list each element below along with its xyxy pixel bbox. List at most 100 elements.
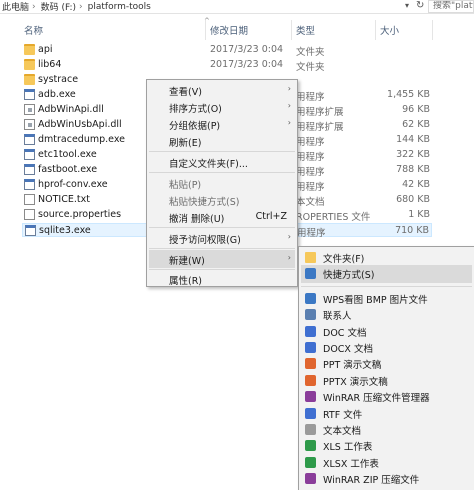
submenu-item[interactable]: 文件夹(F) bbox=[323, 251, 364, 265]
xlsx-icon bbox=[305, 456, 316, 468]
winrar-icon bbox=[305, 391, 316, 403]
menu-separator bbox=[301, 285, 472, 287]
column-header: 名称 ^ 修改日期 类型 大小 bbox=[0, 17, 474, 40]
text-icon bbox=[305, 424, 316, 435]
file-date: 2017/3/23 0:04 bbox=[210, 44, 284, 55]
xls-icon bbox=[305, 440, 316, 452]
dll-icon bbox=[24, 104, 35, 115]
menu-item-new[interactable]: 新建(W) bbox=[169, 253, 205, 267]
file-type: 用程序 bbox=[296, 137, 325, 148]
address-bar[interactable]: 此电脑 › 数码 (F:) › platform-tools ▾ ↻ bbox=[0, 0, 474, 14]
submenu-item[interactable]: PPT 演示文稿 bbox=[323, 357, 381, 371]
chevron-down-icon[interactable]: ▾ bbox=[405, 1, 409, 10]
file-size: 144 KB bbox=[396, 134, 430, 145]
file-name: hprof-conv.exe bbox=[38, 179, 108, 190]
file-size: 1 KB bbox=[408, 209, 430, 220]
submenu-item[interactable]: PPTX 演示文稿 bbox=[323, 374, 388, 388]
file-type: 用程序 bbox=[296, 152, 325, 163]
column-divider[interactable] bbox=[205, 20, 206, 40]
menu-separator bbox=[149, 227, 295, 228]
menu-item-paste[interactable]: 粘贴(P) bbox=[169, 177, 201, 191]
file-name: dmtracedump.exe bbox=[38, 134, 126, 145]
exe-icon bbox=[24, 89, 35, 100]
column-name[interactable]: 名称 bbox=[24, 23, 43, 37]
winrar-zip-icon bbox=[305, 473, 316, 485]
exe-icon bbox=[24, 149, 35, 160]
submenu-item[interactable]: 联系人 bbox=[323, 308, 352, 322]
exe-icon bbox=[24, 134, 35, 145]
menu-item-grant-access[interactable]: 授予访问权限(G) bbox=[169, 232, 241, 246]
file-size: 62 KB bbox=[402, 119, 430, 130]
file-row[interactable]: api 2017/3/23 0:04 文件夹 bbox=[22, 43, 432, 58]
column-divider[interactable] bbox=[375, 20, 376, 40]
breadcrumb-drive[interactable]: 数码 (F:) bbox=[41, 0, 76, 13]
docx-icon bbox=[305, 342, 316, 353]
doc-icon bbox=[305, 325, 316, 337]
file-name: AdbWinUsbApi.dll bbox=[38, 119, 122, 130]
undo-shortcut-label: Ctrl+Z bbox=[255, 211, 287, 222]
menu-item-group[interactable]: 分组依据(P) bbox=[169, 118, 220, 132]
chevron-right-icon: › bbox=[287, 101, 291, 110]
submenu-item[interactable]: RTF 文件 bbox=[323, 407, 362, 421]
column-size[interactable]: 大小 bbox=[380, 23, 399, 37]
dll-icon bbox=[24, 119, 35, 130]
menu-item-properties[interactable]: 属性(R) bbox=[169, 273, 202, 287]
submenu-item[interactable]: WinRAR 压缩文件管理器 bbox=[323, 390, 430, 404]
menu-item-sort[interactable]: 排序方式(O) bbox=[169, 101, 222, 115]
exe-icon bbox=[24, 164, 35, 175]
file-size: 42 KB bbox=[402, 179, 430, 190]
file-size: 96 KB bbox=[402, 104, 430, 115]
file-name: systrace bbox=[38, 74, 79, 85]
submenu-item[interactable]: WinRAR ZIP 压缩文件 bbox=[323, 472, 419, 486]
menu-separator bbox=[149, 172, 295, 173]
file-type: 文件夹 bbox=[296, 47, 325, 58]
file-name: NOTICE.txt bbox=[38, 194, 90, 205]
menu-item-customize-folder[interactable]: 自定义文件夹(F)... bbox=[169, 156, 248, 170]
menu-item-undo-delete[interactable]: 撤消 删除(U) bbox=[169, 211, 224, 225]
file-name: sqlite3.exe bbox=[39, 225, 91, 236]
file-name: AdbWinApi.dll bbox=[38, 104, 104, 115]
shortcut-icon bbox=[305, 268, 316, 280]
exe-icon bbox=[24, 179, 35, 190]
file-name: api bbox=[38, 44, 53, 55]
submenu-item[interactable]: WPS看图 BMP 图片文件 bbox=[323, 292, 428, 306]
submenu-item[interactable]: DOC 文档 bbox=[323, 325, 366, 339]
menu-item-view[interactable]: 查看(V) bbox=[169, 84, 202, 98]
file-type: 文件夹 bbox=[296, 62, 325, 73]
exe-icon bbox=[25, 225, 36, 236]
file-type: 用程序 bbox=[296, 182, 325, 193]
file-type: 用程序扩展 bbox=[296, 122, 344, 133]
chevron-right-icon: › bbox=[287, 232, 291, 241]
submenu-item[interactable]: DOCX 文档 bbox=[323, 341, 373, 355]
menu-separator bbox=[149, 151, 295, 152]
refresh-icon[interactable]: ↻ bbox=[416, 0, 424, 11]
breadcrumb-folder[interactable]: platform-tools bbox=[88, 2, 151, 12]
file-type: 本文档 bbox=[296, 197, 325, 208]
image-icon bbox=[305, 292, 316, 304]
column-divider[interactable] bbox=[291, 20, 292, 40]
file-size: 680 KB bbox=[396, 194, 430, 205]
file-row[interactable]: lib64 2017/3/23 0:04 文件夹 bbox=[22, 58, 432, 73]
file-type: ROPERTIES 文件 bbox=[296, 212, 371, 223]
column-type[interactable]: 类型 bbox=[296, 23, 315, 37]
chevron-right-icon: › bbox=[79, 1, 83, 12]
file-name: adb.exe bbox=[38, 89, 76, 100]
column-divider[interactable] bbox=[432, 20, 433, 40]
chevron-right-icon: › bbox=[32, 1, 36, 12]
file-type: 用程序 bbox=[296, 92, 325, 103]
chevron-right-icon: › bbox=[287, 118, 291, 127]
submenu-item[interactable]: XLS 工作表 bbox=[323, 439, 372, 453]
chevron-right-icon: › bbox=[287, 253, 291, 262]
menu-separator bbox=[149, 269, 295, 270]
breadcrumb-this-pc[interactable]: 此电脑 bbox=[2, 0, 29, 13]
column-date[interactable]: 修改日期 bbox=[210, 23, 248, 37]
menu-item-paste-shortcut[interactable]: 粘贴快捷方式(S) bbox=[169, 194, 239, 208]
submenu-item[interactable]: 文本文档 bbox=[323, 423, 361, 437]
ppt-icon bbox=[305, 358, 316, 370]
search-input[interactable]: 搜索"platf bbox=[428, 0, 474, 13]
submenu-item[interactable]: 快捷方式(S) bbox=[323, 267, 374, 281]
submenu-item[interactable]: XLSX 工作表 bbox=[323, 456, 379, 470]
file-name: lib64 bbox=[38, 59, 62, 70]
menu-item-refresh[interactable]: 刷新(E) bbox=[169, 135, 201, 149]
file-size: 322 KB bbox=[396, 149, 430, 160]
